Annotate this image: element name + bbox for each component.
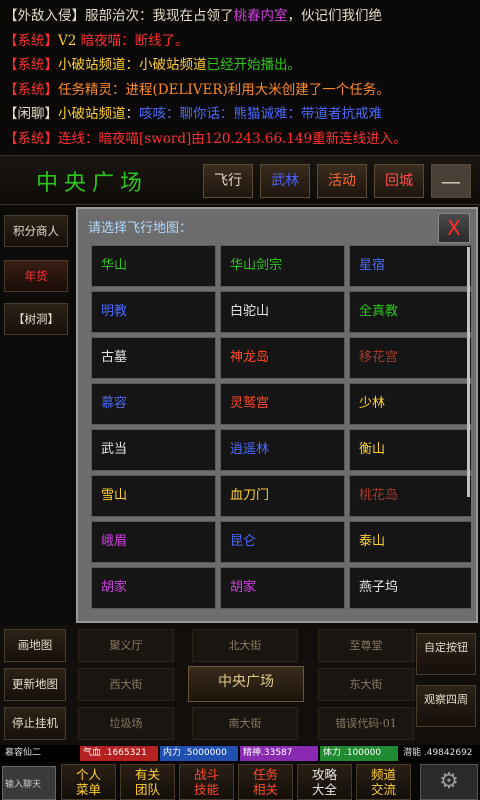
return-city-button[interactable]: 回城 — [374, 164, 424, 198]
chat-segment: 小破站频道 — [58, 106, 126, 122]
neili-bar: 内力 .5000000 — [160, 746, 238, 761]
chat-segment: 咳咳：聊你话：熊猫诚难：带道者抗戒难 — [139, 106, 382, 122]
chat-segment: 【系统】 — [4, 81, 58, 98]
map-option[interactable]: 华山剑宗 — [220, 245, 345, 287]
qianneng-value: 潜能 .49842692 — [403, 748, 473, 758]
look-around-button[interactable]: 观察四周 — [416, 685, 476, 727]
wulin-button[interactable]: 武林 — [260, 164, 310, 198]
chat-segment: V2 — [58, 32, 81, 49]
map-option[interactable]: 衡山 — [349, 429, 471, 471]
chat-segment: 【外敌入侵】 — [4, 8, 85, 24]
chat-segment: ，伙记们我们绝 — [287, 8, 383, 24]
chat-line: 【闲聊】小破站频道：咳咳：聊你话：熊猫诚难：带道者抗戒难 — [4, 102, 480, 127]
character-name: 慕容仙二 — [5, 748, 42, 758]
map-option[interactable]: 灵鹫宫 — [220, 383, 345, 425]
map-option[interactable]: 雪山 — [91, 475, 216, 517]
nav-east[interactable]: 东大街 — [318, 668, 414, 701]
map-option[interactable]: 神龙岛 — [220, 337, 345, 379]
chat-segment: 小破站频道 — [58, 57, 126, 73]
footer-tab[interactable]: 有关 团队 — [120, 764, 175, 800]
map-option[interactable]: 昆仑 — [220, 521, 345, 563]
chat-segment: ：小破站频道 — [125, 57, 207, 73]
nav-north[interactable]: 北大街 — [192, 629, 298, 662]
map-option[interactable]: 武当 — [91, 429, 216, 471]
chat-log[interactable]: 【外敌入侵】服部治次：我现在占领了桃春内室，伙记们我们绝 【系统】V2 暗夜喵：断… — [0, 0, 480, 155]
nav-northwest[interactable]: 聚义厅 — [78, 629, 174, 662]
status-bar: 慕容仙二 气血 .1665321 内力 .5000000 精神.33587 体力… — [0, 745, 480, 762]
jingshen-bar: 精神.33587 — [240, 746, 318, 761]
fly-button[interactable]: 飞行 — [203, 164, 253, 198]
map-option[interactable]: 燕子坞 — [349, 567, 471, 609]
map-option[interactable]: 泰山 — [349, 521, 471, 563]
nav-south[interactable]: 南大街 — [192, 707, 298, 740]
chat-segment: 已经开始播出。 — [206, 57, 302, 73]
stop-auto-button[interactable]: 停止挂机 — [4, 707, 66, 740]
map-grid[interactable]: 华山 华山剑宗 星宿明教 白驼山 全真教古墓 神龙岛 移花宫慕容 灵鹫宫 少林武当 逍遥林 衡山雪山… — [91, 245, 471, 617]
map-option[interactable]: 峨眉 — [91, 521, 216, 563]
chat-segment: 【系统】 — [4, 32, 58, 49]
chat-line: 【系统】任务精灵：进程(DELIVER)利用大米创建了一个任务。 — [4, 78, 480, 103]
dialog-title: 请选择飞行地图： — [88, 221, 193, 236]
nav-southwest[interactable]: 垃圾场 — [78, 707, 174, 740]
chat-line: 【系统】连线：暗夜喵[sword]由120.243.66.149重新连线进入。 — [4, 127, 480, 152]
top-bar: 中央广场 飞行 武林 活动 回城 — — [0, 155, 480, 205]
location-title: 中央广场 — [36, 171, 149, 196]
close-button[interactable]: X — [438, 213, 470, 243]
nav-northeast[interactable]: 至尊堂 — [318, 629, 414, 662]
chat-line: 【系统】V2 暗夜喵：断线了。 — [4, 29, 480, 54]
menu-button[interactable]: — — [431, 164, 471, 198]
new-year-goods-button[interactable]: 年货 — [4, 260, 68, 292]
footer-tab[interactable]: 攻略 大全 — [297, 764, 352, 800]
qi-bar: 气血 .1665321 — [80, 746, 158, 761]
nav-center[interactable]: 中央广场 — [188, 666, 304, 702]
chat-segment: 服部治次 — [85, 8, 139, 24]
footer-tab[interactable]: 战斗 技能 — [179, 764, 234, 800]
map-option[interactable]: 逍遥林 — [220, 429, 345, 471]
tree-hole-button[interactable]: 【树洞】 — [4, 303, 68, 335]
chat-segment: 【系统】 — [4, 57, 58, 73]
map-option[interactable]: 古墓 — [91, 337, 216, 379]
chat-line: 【外敌入侵】服部治次：我现在占领了桃春内室，伙记们我们绝 — [4, 4, 480, 29]
map-option[interactable]: 明教 — [91, 291, 216, 333]
update-map-button[interactable]: 更新地图 — [4, 668, 66, 701]
footer-tab[interactable]: 个人 菜单 — [61, 764, 116, 800]
chat-input[interactable]: 输入聊天 — [2, 766, 56, 800]
chat-line: 【系统】小破站频道：小破站频道已经开始播出。 — [4, 53, 480, 78]
tili-bar: 体力 .100000 — [320, 746, 398, 761]
activity-button[interactable]: 活动 — [317, 164, 367, 198]
chat-segment: ：我现在占领了 — [139, 8, 234, 24]
chat-segment: ： — [125, 106, 140, 122]
left-sidebar: 积分商人 年货 【树洞】 — [0, 205, 72, 625]
custom-button[interactable]: 自定按钮 — [416, 633, 476, 675]
fly-map-dialog: 请选择飞行地图： X 华山 华山剑宗 星宿明教 白驼山 全真教古墓 神龙岛 移花宫慕容 灵鹫宫… — [76, 207, 478, 623]
scrollbar[interactable] — [467, 247, 470, 497]
map-option[interactable]: 华山 — [91, 245, 216, 287]
map-option[interactable]: 桃花岛 — [349, 475, 471, 517]
bottom-panel: 画地图 更新地图 停止挂机 聚义厅 北大街 至尊堂 西大街 中央广场 东大街 垃… — [0, 625, 480, 745]
chat-segment: ：断线了。 — [121, 32, 189, 49]
chat-segment: 桃春内室 — [233, 8, 288, 24]
chat-segment: 暗夜喵 — [80, 32, 122, 49]
chat-segment: 【闲聊】 — [4, 106, 58, 122]
draw-map-button[interactable]: 画地图 — [4, 629, 66, 662]
map-option[interactable]: 白驼山 — [220, 291, 345, 333]
map-option[interactable]: 胡家 — [220, 567, 345, 609]
nav-southeast[interactable]: 错误代码·01 — [318, 707, 414, 740]
chat-segment: 任务精灵：进程(DELIVER)利用大米创建了一个任务。 — [58, 81, 390, 98]
footer-tab[interactable]: 频道 交流 — [356, 764, 411, 800]
map-option[interactable]: 胡家 — [91, 567, 216, 609]
map-option[interactable]: 全真教 — [349, 291, 471, 333]
settings-gear-icon[interactable]: ⚙ — [420, 764, 478, 800]
map-option[interactable]: 少林 — [349, 383, 471, 425]
map-option[interactable]: 血刀门 — [220, 475, 345, 517]
chat-segment: 【系统】 — [4, 130, 58, 147]
map-option[interactable]: 星宿 — [349, 245, 471, 287]
chat-segment: 连线：暗夜喵[sword]由120.243.66.149重新连线进入。 — [58, 130, 407, 147]
points-trader-button[interactable]: 积分商人 — [4, 215, 68, 247]
map-option[interactable]: 移花宫 — [349, 337, 471, 379]
map-option[interactable]: 慕容 — [91, 383, 216, 425]
footer-tabs: 输入聊天 个人 菜单 有关 团队 战斗 技能 任务 相关 攻略 大全 频道 交流 ⚙ — [0, 762, 480, 800]
nav-west[interactable]: 西大街 — [78, 668, 174, 701]
footer-tab[interactable]: 任务 相关 — [238, 764, 293, 800]
